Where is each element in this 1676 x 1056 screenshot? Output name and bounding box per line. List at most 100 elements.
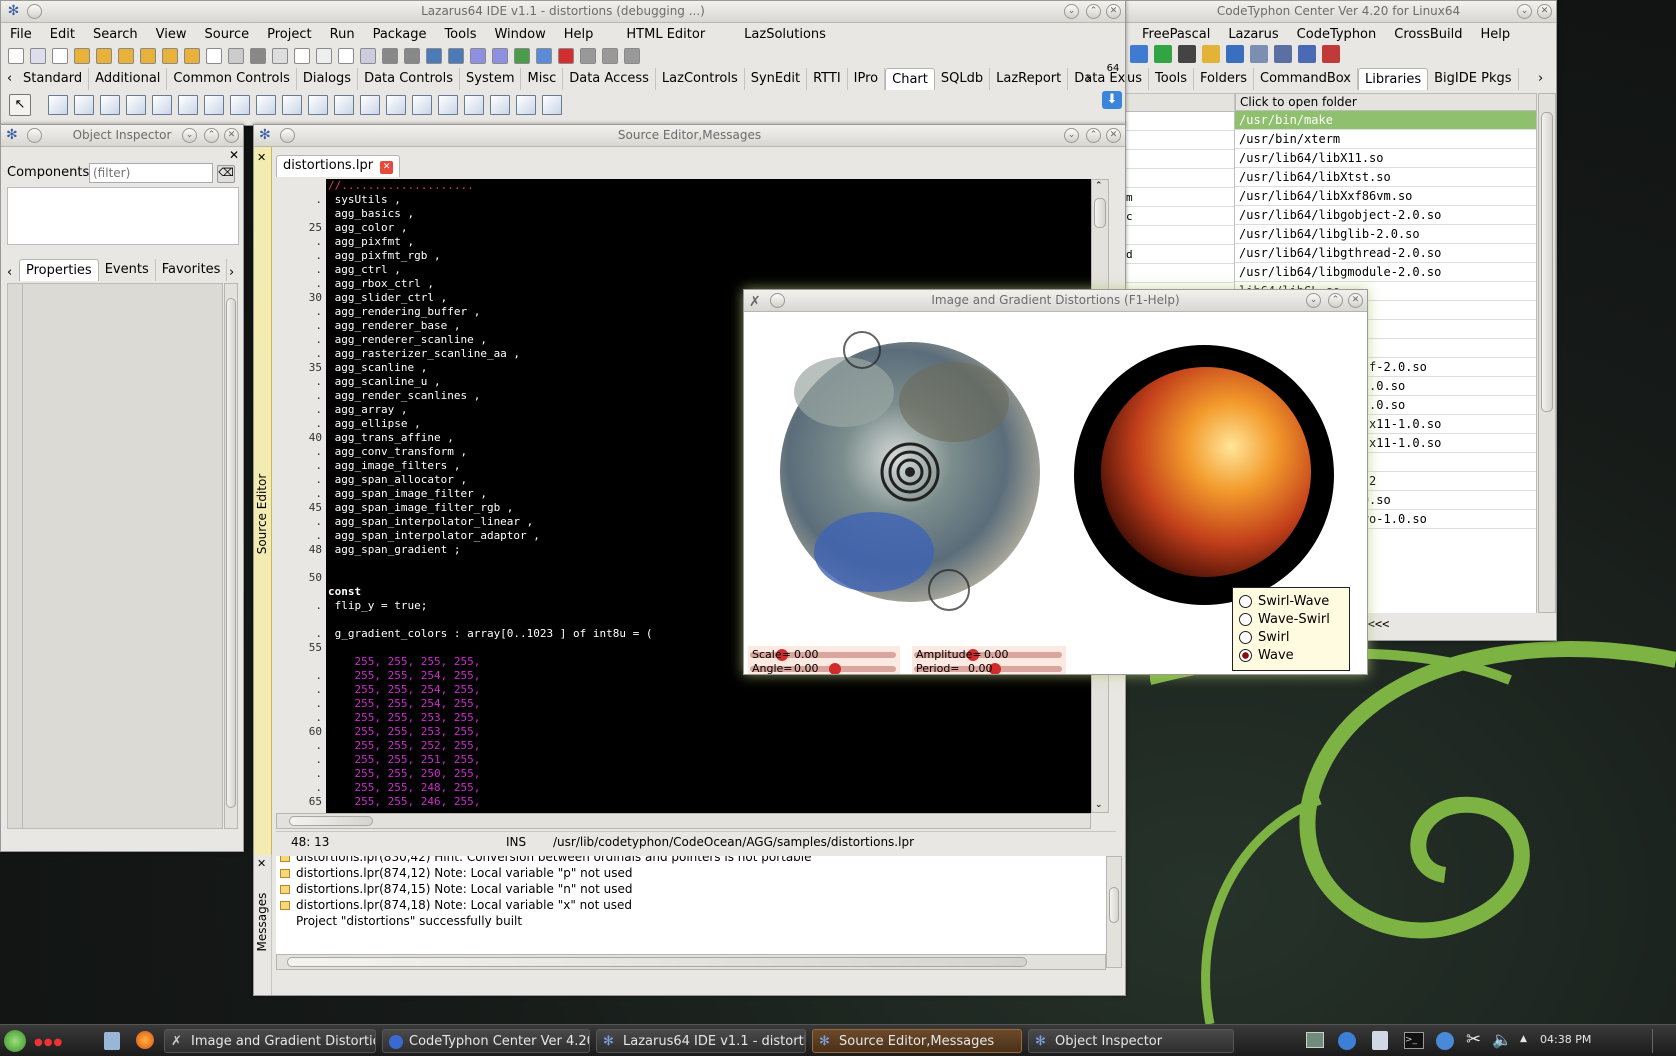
palette-tab-misc[interactable]: Misc <box>521 68 564 90</box>
folder-row[interactable]: /usr/lib64/libgobject-2.0.so <box>1235 206 1536 225</box>
pause-icon[interactable] <box>536 48 552 64</box>
palette-tab-rtti[interactable]: RTTI <box>807 68 848 90</box>
step-out-icon[interactable] <box>624 48 640 64</box>
clear-filter-icon[interactable]: ⌫ <box>217 165 235 183</box>
dock-close-icon[interactable]: ✕ <box>257 151 266 164</box>
editor-vscrollbar-thumb[interactable] <box>1094 198 1106 228</box>
slider-knob[interactable] <box>829 663 841 674</box>
palette-tab-synedit[interactable]: SynEdit <box>745 68 808 90</box>
ct-tab[interactable]: BigIDE Pkgs <box>1428 68 1519 90</box>
radio-button-icon[interactable] <box>1239 648 1252 662</box>
volume-icon[interactable]: 🔈 <box>1492 1030 1512 1049</box>
ct-tab-scroll-right-icon[interactable]: › <box>1538 71 1543 86</box>
components-filter-input[interactable] <box>89 163 213 183</box>
period-slider[interactable]: Period= 0.00 <box>914 663 1062 674</box>
radio-wave-swirl[interactable]: Wave-Swirl <box>1233 610 1349 628</box>
chart-component-icon[interactable] <box>490 95 510 115</box>
close-icon[interactable]: ✕ <box>1106 128 1121 143</box>
workspace-dots-icon[interactable]: ●●● <box>34 1037 63 1048</box>
debug-icon[interactable] <box>426 48 442 64</box>
chart-component-icon[interactable] <box>438 95 458 115</box>
download-arrow-icon[interactable]: ⬇ <box>1102 91 1122 109</box>
network-icon[interactable] <box>1298 45 1316 63</box>
folder-row[interactable]: /usr/lib64/libgmodule-2.0.so <box>1235 263 1536 282</box>
ct-left-row[interactable] <box>1122 169 1234 188</box>
menu-item-file[interactable]: File <box>10 27 32 42</box>
palette-tab-chart[interactable]: Chart <box>885 68 935 90</box>
radio-wave[interactable]: Wave <box>1233 646 1349 664</box>
minimize-icon[interactable]: ⌄ <box>1064 128 1079 143</box>
ct-menu-item[interactable]: CrossBuild <box>1394 27 1462 42</box>
step-in-icon[interactable] <box>602 48 618 64</box>
chart-component-icon[interactable] <box>152 95 172 115</box>
messages-list[interactable]: distortions.lpr(830,42) Hint: Conversion… <box>276 856 1106 954</box>
folder-row[interactable]: /usr/lib64/libglib-2.0.so <box>1235 225 1536 244</box>
network-icon[interactable] <box>1338 1032 1356 1050</box>
scroll-down-icon[interactable]: ⌄ <box>1095 800 1103 810</box>
palette-tab-dialogs[interactable]: Dialogs <box>297 68 359 90</box>
chart-component-icon[interactable] <box>204 95 224 115</box>
chart-component-icon[interactable] <box>282 95 302 115</box>
ct-tab[interactable]: Tools <box>1149 68 1195 90</box>
folder-row[interactable]: /usr/lib64/libgthread-2.0.so <box>1235 244 1536 263</box>
oi-tabs-scroll-left-icon[interactable]: ‹ <box>7 265 12 280</box>
chart-component-icon[interactable] <box>100 95 120 115</box>
step-over-icon[interactable] <box>580 48 596 64</box>
task-source-editor[interactable]: ✻ Source Editor,Messages <box>812 1029 1022 1053</box>
maximize-icon[interactable]: ⌃ <box>1086 128 1101 143</box>
ct-left-row[interactable]: d <box>1122 245 1234 264</box>
property-grid[interactable] <box>7 283 223 829</box>
scale-slider[interactable]: Scale= 0.00 <box>750 649 896 661</box>
chart-component-icon[interactable] <box>412 95 432 115</box>
radio-swirl-wave[interactable]: Swirl-Wave <box>1233 592 1349 610</box>
se-titlebar[interactable]: ✻ Source Editor,Messages ⌄ ⌃ ✕ <box>254 125 1125 147</box>
dist-titlebar[interactable]: ✗ Image and Gradient Distortions (F1-Hel… <box>744 290 1367 312</box>
message-row[interactable]: distortions.lpr(874,15) Note: Local vari… <box>276 881 1106 897</box>
chart-component-icon[interactable] <box>308 95 328 115</box>
task-codetyphon[interactable]: CodeTyphon Center Ver 4.20 for <box>382 1029 590 1053</box>
menu-item-tools[interactable]: Tools <box>444 27 476 42</box>
chart-component-icon[interactable] <box>386 95 406 115</box>
breakpoint-icon[interactable] <box>448 48 464 64</box>
refresh-icon[interactable] <box>1130 45 1148 63</box>
new-window-icon[interactable] <box>338 48 354 64</box>
radio-button-icon[interactable] <box>1239 594 1252 608</box>
editor-hscrollbar-thumb[interactable] <box>289 816 373 826</box>
ct-left-row[interactable]: m <box>1122 188 1234 207</box>
tab-properties[interactable]: Properties <box>19 259 99 281</box>
settings-icon[interactable] <box>1436 1032 1454 1050</box>
save-project-icon[interactable] <box>228 48 244 64</box>
task-object-inspector[interactable]: ✻ Object Inspector <box>1028 1029 1234 1053</box>
palette-tab-standard[interactable]: Standard <box>17 68 90 90</box>
window-menu-icon[interactable] <box>770 293 785 308</box>
palette-tab-additional[interactable]: Additional <box>89 68 168 90</box>
palette-tab-data-access[interactable]: Data Access <box>563 68 656 90</box>
menu-item-help[interactable]: Help <box>564 27 594 42</box>
toggle-form-icon[interactable] <box>294 48 310 64</box>
palette-tab-system[interactable]: System <box>460 68 522 90</box>
tab-favorites[interactable]: Favorites <box>156 259 228 281</box>
folder-row[interactable]: /usr/lib64/libXtst.so <box>1235 168 1536 187</box>
chart-component-icon[interactable] <box>48 95 68 115</box>
tools-icon[interactable] <box>1250 45 1268 63</box>
message-row[interactable]: distortions.lpr(874,12) Note: Local vari… <box>276 865 1106 881</box>
palette-tab-sqldb[interactable]: SQLdb <box>935 68 991 90</box>
oi-titlebar[interactable]: ✻ Object Inspector ⌄ ⌃ ✕ <box>1 125 243 147</box>
save-all-icon[interactable] <box>140 48 156 64</box>
minimize-icon[interactable]: ⌄ <box>1517 4 1532 19</box>
menu-item-project[interactable]: Project <box>267 27 311 42</box>
select-pointer-icon[interactable]: ↖ <box>9 94 31 116</box>
ct-left-row[interactable] <box>1122 150 1234 169</box>
chart-icon[interactable] <box>1322 45 1340 63</box>
scissors-icon[interactable]: ✂ <box>1466 1029 1481 1050</box>
palette-tab-common-controls[interactable]: Common Controls <box>167 68 297 90</box>
message-row[interactable]: distortions.lpr(830,42) Hint: Conversion… <box>276 856 1106 865</box>
ct-left-row[interactable] <box>1122 226 1234 245</box>
folder-row[interactable]: /usr/lib64/libX11.so <box>1235 149 1536 168</box>
monitor-icon[interactable] <box>1306 1032 1324 1048</box>
start-menu-icon[interactable] <box>4 1030 26 1052</box>
ct-tab[interactable]: CommandBox <box>1254 68 1358 90</box>
ct-menu-item[interactable]: FreePascal <box>1142 27 1210 42</box>
open-icon[interactable] <box>74 48 90 64</box>
step-icon[interactable] <box>470 48 486 64</box>
